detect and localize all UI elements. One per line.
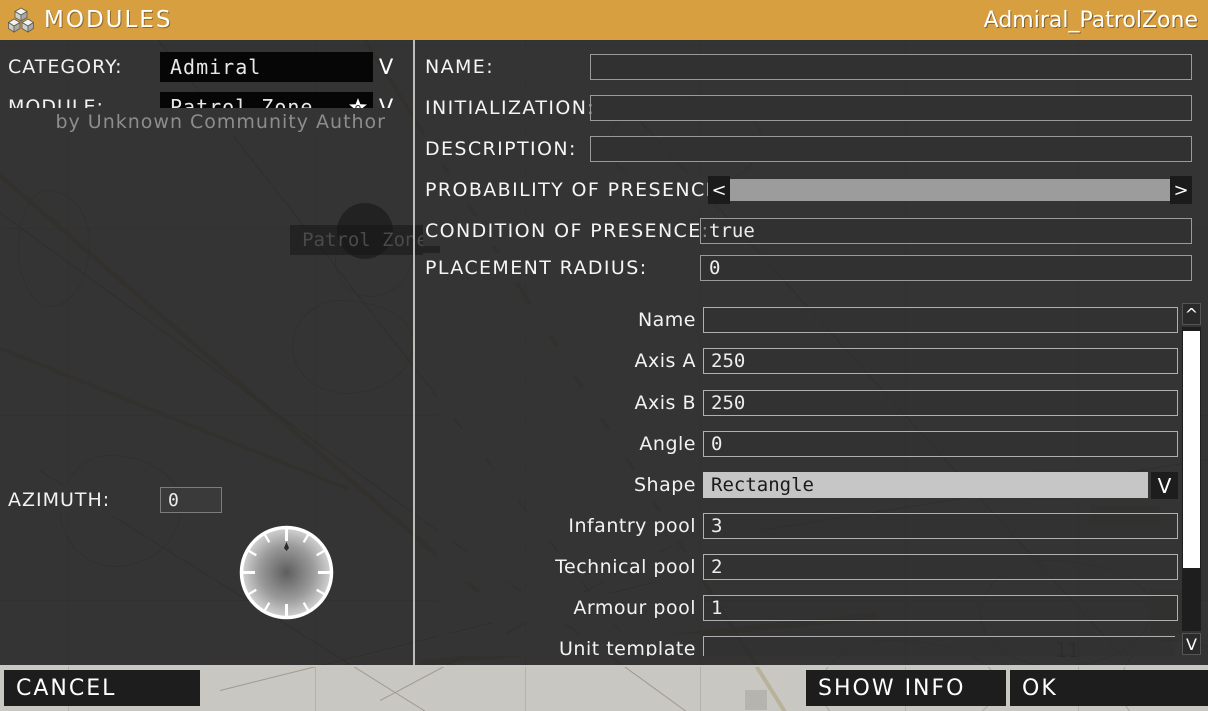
- param-label: Axis A: [437, 346, 702, 376]
- param-row-name: Name: [415, 305, 1178, 335]
- name-label: NAME:: [423, 52, 588, 82]
- param-row-axis-a: Axis A 250: [415, 346, 1178, 376]
- field-row-probability: PROBABILITY OF PRESENCE: < >: [415, 175, 1208, 205]
- chevron-down-icon[interactable]: V: [1182, 633, 1201, 655]
- azimuth-input[interactable]: 0: [160, 487, 222, 513]
- param-row-axis-b: Axis B 250: [415, 388, 1178, 418]
- param-row-armour-pool: Armour pool 1: [415, 593, 1178, 623]
- param-label: Armour pool: [437, 593, 702, 623]
- param-row-technical-pool: Technical pool 2: [415, 552, 1178, 582]
- placement-radius-input[interactable]: 0: [700, 255, 1192, 281]
- condition-input[interactable]: true: [700, 218, 1192, 244]
- param-label: Unit template: [437, 634, 702, 656]
- compass-dial[interactable]: [238, 524, 335, 621]
- field-row-initialization: INITIALIZATION:: [415, 93, 1208, 123]
- slider-increase-button[interactable]: >: [1170, 176, 1192, 204]
- dialog-title: MODULES: [44, 7, 173, 33]
- param-label: Angle: [437, 429, 702, 459]
- name-input[interactable]: [590, 54, 1192, 80]
- field-row-description: DESCRIPTION:: [415, 134, 1208, 164]
- param-label: Technical pool: [437, 552, 702, 582]
- param-label: Shape: [437, 470, 702, 500]
- param-input-axis-a[interactable]: 250: [703, 348, 1178, 374]
- azimuth-row: AZIMUTH: 0: [0, 485, 222, 515]
- modules-dialog: Patrol Zone MODULES Admiral_PatrolZone C…: [0, 0, 1208, 665]
- modules-cubes-icon: [8, 7, 34, 33]
- param-label: Name: [437, 305, 702, 335]
- category-dropdown[interactable]: Admiral: [160, 52, 373, 82]
- azimuth-label: AZIMUTH:: [0, 485, 155, 515]
- bottom-bar-divider: [0, 665, 1208, 667]
- dialog-titlebar: MODULES Admiral_PatrolZone: [0, 0, 1208, 40]
- field-row-placement-radius: PLACEMENT RADIUS: 0: [415, 253, 1208, 283]
- probability-slider[interactable]: < >: [708, 176, 1192, 204]
- category-row: CATEGORY: Admiral V: [0, 52, 400, 82]
- param-input-name[interactable]: [703, 307, 1178, 333]
- entity-name: Admiral_PatrolZone: [983, 7, 1198, 33]
- chevron-up-icon[interactable]: ^: [1182, 303, 1201, 325]
- description-label: DESCRIPTION:: [423, 134, 588, 164]
- param-row-angle: Angle 0: [415, 429, 1178, 459]
- param-input-infantry-pool[interactable]: 3: [703, 513, 1178, 539]
- param-row-infantry-pool: Infantry pool 3: [415, 511, 1178, 541]
- right-panel: NAME: INITIALIZATION: DESCRIPTION: PROBA…: [415, 40, 1208, 665]
- show-info-button[interactable]: SHOW INFO: [806, 670, 1006, 706]
- field-row-condition: CONDITION OF PRESENCE: true: [415, 216, 1208, 246]
- placement-radius-label: PLACEMENT RADIUS:: [423, 253, 698, 283]
- initialization-label: INITIALIZATION:: [423, 93, 594, 123]
- param-row-shape: Shape Rectangle V: [415, 470, 1178, 500]
- param-dropdown-shape[interactable]: Rectangle: [703, 472, 1148, 498]
- category-value: Admiral: [170, 55, 262, 79]
- slider-decrease-button[interactable]: <: [708, 176, 730, 204]
- param-label: Infantry pool: [437, 511, 702, 541]
- param-input-unit-template[interactable]: [703, 636, 1175, 656]
- ok-button[interactable]: OK: [1010, 670, 1208, 706]
- chevron-down-icon[interactable]: V: [373, 52, 399, 82]
- param-input-technical-pool[interactable]: 2: [703, 554, 1178, 580]
- left-panel: CATEGORY: Admiral V MODULE: Patrol Zone …: [0, 40, 413, 665]
- cancel-button[interactable]: CANCEL: [4, 670, 200, 706]
- dialog-bottom-bar: CANCEL SHOW INFO OK: [0, 665, 1208, 711]
- initialization-input[interactable]: [590, 95, 1192, 121]
- parameters-scrollbar[interactable]: ^ V: [1180, 303, 1202, 655]
- param-input-angle[interactable]: 0: [703, 431, 1178, 457]
- module-author-text: by Unknown Community Author: [55, 111, 386, 133]
- probability-label: PROBABILITY OF PRESENCE:: [423, 175, 725, 205]
- chevron-down-icon[interactable]: V: [1151, 472, 1178, 499]
- description-input[interactable]: [590, 136, 1192, 162]
- param-input-armour-pool[interactable]: 1: [703, 595, 1178, 621]
- category-label: CATEGORY:: [0, 52, 155, 82]
- module-author: by Unknown Community Author: [0, 108, 400, 136]
- param-label: Axis B: [437, 388, 702, 418]
- param-input-axis-b[interactable]: 250: [703, 390, 1178, 416]
- slider-track[interactable]: [730, 179, 1170, 201]
- param-row-unit-template: Unit template: [415, 634, 1175, 656]
- condition-label: CONDITION OF PRESENCE:: [423, 216, 708, 246]
- field-row-name: NAME:: [415, 52, 1208, 82]
- scrollbar-thumb[interactable]: [1183, 331, 1200, 568]
